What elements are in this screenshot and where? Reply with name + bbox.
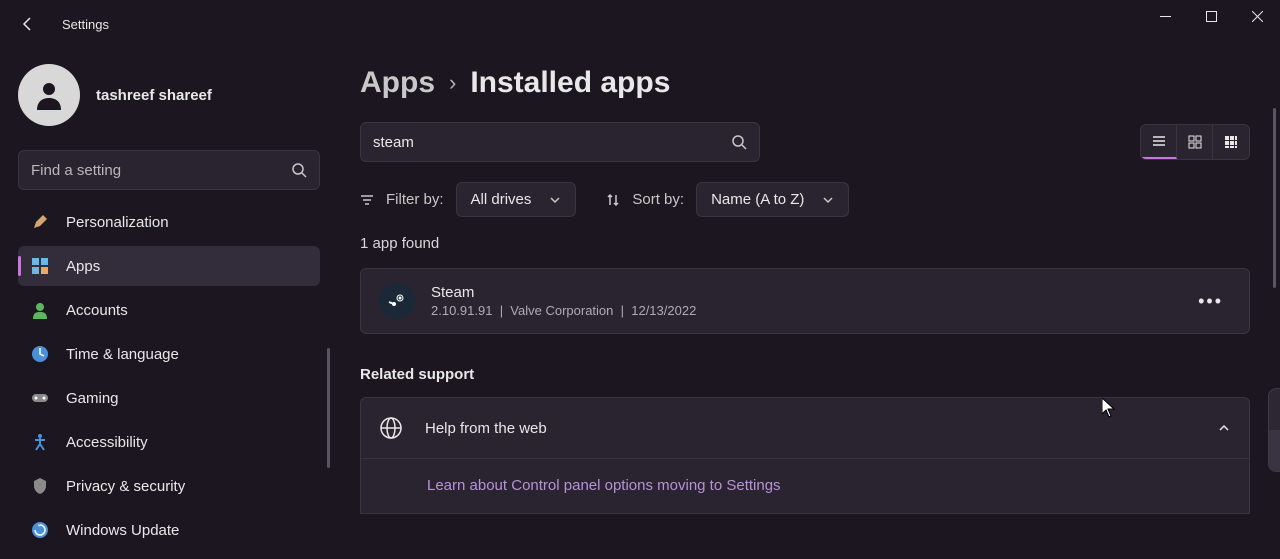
view-grid-button[interactable] xyxy=(1177,125,1213,159)
more-options-button[interactable]: ••• xyxy=(1190,287,1231,316)
help-title: Help from the web xyxy=(425,420,1217,437)
chevron-down-icon xyxy=(549,194,561,206)
view-tiles-button[interactable] xyxy=(1213,125,1249,159)
app-list-item: Steam 2.10.91.91 | Valve Corporation | 1… xyxy=(360,268,1250,334)
arrow-left-icon xyxy=(20,16,36,32)
back-button[interactable] xyxy=(12,8,44,40)
sidebar-item-accounts[interactable]: Accounts xyxy=(18,290,320,330)
sort-dropdown[interactable]: Name (A to Z) xyxy=(696,182,849,217)
sidebar-item-label: Time & language xyxy=(66,346,179,363)
sort-icon xyxy=(606,193,620,207)
filter-value: All drives xyxy=(471,191,532,208)
search-icon xyxy=(731,134,747,150)
app-icon xyxy=(379,283,415,319)
app-search-input[interactable] xyxy=(373,134,731,151)
sidebar-item-label: Privacy & security xyxy=(66,478,185,495)
globe-icon xyxy=(379,416,403,440)
globe-clock-icon xyxy=(30,344,50,364)
breadcrumb: Apps › Installed apps xyxy=(360,66,1250,100)
main-content: Apps › Installed apps xyxy=(330,48,1280,559)
help-card[interactable]: Help from the web xyxy=(360,397,1250,459)
sort-label: Sort by: xyxy=(632,191,684,208)
window-title: Settings xyxy=(62,17,109,32)
chevron-down-icon xyxy=(822,194,834,206)
sidebar-item-label: Windows Update xyxy=(66,522,179,539)
close-icon xyxy=(1252,11,1263,22)
filter-dropdown[interactable]: All drives xyxy=(456,182,577,217)
tiles-icon xyxy=(1223,134,1239,150)
sidebar-item-gaming[interactable]: Gaming xyxy=(18,378,320,418)
sidebar-item-label: Accessibility xyxy=(66,434,148,451)
paintbrush-icon xyxy=(30,212,50,232)
sidebar-item-label: Gaming xyxy=(66,390,119,407)
avatar xyxy=(18,64,80,126)
chevron-right-icon: › xyxy=(449,70,456,96)
minimize-icon xyxy=(1160,11,1171,22)
list-icon xyxy=(1151,133,1167,149)
sidebar-item-label: Accounts xyxy=(66,302,128,319)
sidebar-item-label: Apps xyxy=(66,258,100,275)
context-menu: Modify Uninstall xyxy=(1268,388,1280,472)
view-list-button[interactable] xyxy=(1141,125,1177,159)
update-icon xyxy=(30,520,50,540)
apps-icon xyxy=(30,256,50,276)
search-icon xyxy=(291,162,307,178)
close-button[interactable] xyxy=(1234,0,1280,32)
gamepad-icon xyxy=(30,388,50,408)
menu-item-modify: Modify xyxy=(1269,389,1280,430)
filter-group: Filter by: All drives xyxy=(360,182,576,217)
filter-icon xyxy=(360,193,374,207)
minimize-button[interactable] xyxy=(1142,0,1188,32)
grid-icon xyxy=(1187,134,1203,150)
main-scrollbar[interactable] xyxy=(1273,108,1276,288)
sidebar-item-personalization[interactable]: Personalization xyxy=(18,202,320,242)
app-name: Steam xyxy=(431,284,1190,301)
sidebar-item-accessibility[interactable]: Accessibility xyxy=(18,422,320,462)
accessibility-icon xyxy=(30,432,50,452)
chevron-up-icon xyxy=(1217,421,1231,435)
view-toggle xyxy=(1140,124,1250,160)
sort-group: Sort by: Name (A to Z) xyxy=(606,182,849,217)
profile-section[interactable]: tashreef shareef xyxy=(18,58,320,132)
menu-item-uninstall[interactable]: Uninstall xyxy=(1269,430,1280,471)
person-icon xyxy=(30,300,50,320)
profile-name: tashreef shareef xyxy=(96,87,212,104)
page-title: Installed apps xyxy=(470,66,670,100)
results-count: 1 app found xyxy=(360,235,1250,252)
sidebar: tashreef shareef Personalization Apps Ac… xyxy=(0,48,330,559)
sidebar-item-apps[interactable]: Apps xyxy=(18,246,320,286)
filter-label: Filter by: xyxy=(386,191,444,208)
cursor-icon xyxy=(1102,398,1116,418)
app-meta: 2.10.91.91 | Valve Corporation | 12/13/2… xyxy=(431,303,1190,318)
person-icon xyxy=(31,77,67,113)
help-link[interactable]: Learn about Control panel options moving… xyxy=(427,477,781,494)
sidebar-item-label: Personalization xyxy=(66,214,169,231)
ellipsis-icon: ••• xyxy=(1198,291,1223,311)
shield-icon xyxy=(30,476,50,496)
maximize-button[interactable] xyxy=(1188,0,1234,32)
breadcrumb-parent[interactable]: Apps xyxy=(360,66,435,100)
related-support-title: Related support xyxy=(360,366,1250,383)
sidebar-item-time-language[interactable]: Time & language xyxy=(18,334,320,374)
sort-value: Name (A to Z) xyxy=(711,191,804,208)
settings-search[interactable] xyxy=(18,150,320,190)
sidebar-item-windows-update[interactable]: Windows Update xyxy=(18,510,320,550)
help-link-row: Learn about Control panel options moving… xyxy=(360,459,1250,514)
settings-search-input[interactable] xyxy=(31,162,291,179)
app-search-box[interactable] xyxy=(360,122,760,162)
steam-icon xyxy=(387,291,407,311)
sidebar-item-privacy-security[interactable]: Privacy & security xyxy=(18,466,320,506)
maximize-icon xyxy=(1206,11,1217,22)
